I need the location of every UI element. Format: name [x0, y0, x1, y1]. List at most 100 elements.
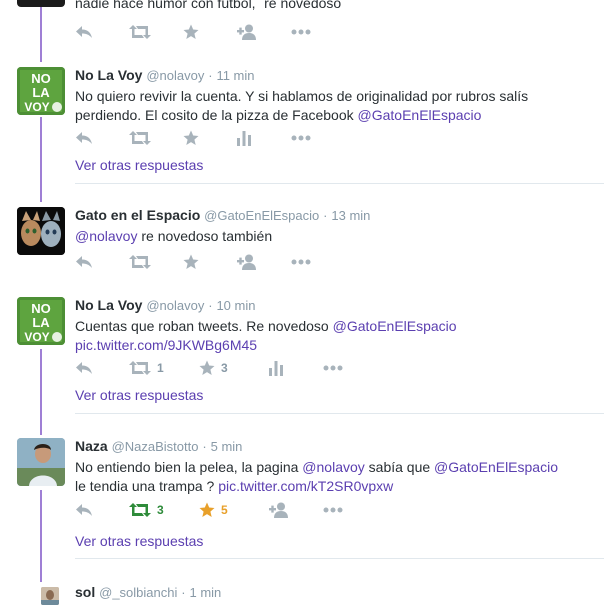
separator-dot: ·: [208, 68, 213, 83]
tweet-text: No quiero revivir la cuenta. Y si hablam…: [75, 87, 594, 125]
mention-link[interactable]: @GatoEnElEspacio: [333, 318, 457, 334]
user-name[interactable]: sol: [75, 584, 95, 600]
separator-dot: ·: [208, 298, 213, 313]
tweet-text: Cuentas que roban tweets. Re novedoso @G…: [75, 317, 594, 355]
retweet-button[interactable]: 3: [129, 500, 199, 520]
divider: [75, 558, 604, 559]
avatar[interactable]: [17, 207, 65, 255]
more-options-icon: [323, 365, 343, 371]
reply-icon: [75, 361, 93, 375]
avatar-logo-text: VOY: [24, 100, 49, 114]
star-icon: [199, 360, 215, 376]
retweet-button[interactable]: 1: [129, 358, 199, 378]
follow-button[interactable]: [237, 252, 291, 272]
favorite-button[interactable]: [183, 128, 237, 148]
tweet-actions: [75, 22, 345, 42]
tweet-actions: [75, 128, 345, 148]
more-button[interactable]: [323, 358, 377, 378]
timestamp[interactable]: 5 min: [211, 439, 243, 454]
analytics-button[interactable]: [269, 358, 323, 378]
reply-button[interactable]: [75, 358, 129, 378]
reply-button[interactable]: [75, 252, 129, 272]
tweet-content: No La Voy @nolavoy · 10 min Cuentas que …: [75, 296, 594, 355]
more-button[interactable]: [291, 22, 345, 42]
user-handle[interactable]: @nolavoy: [146, 298, 204, 313]
mention-link[interactable]: @nolavoy: [302, 459, 364, 475]
star-icon: [183, 130, 199, 146]
favorite-button[interactable]: [183, 22, 237, 42]
user-name[interactable]: Naza: [75, 438, 108, 454]
tweet-text-body: le tendia una trampa ?: [75, 478, 219, 494]
pic-link[interactable]: pic.twitter.com/kT2SR0vpxw: [218, 478, 393, 494]
more-replies-link[interactable]: Ver otras respuestas: [75, 157, 203, 173]
timestamp[interactable]: 11 min: [216, 68, 254, 83]
retweet-icon: [129, 503, 151, 517]
tweet-content: No La Voy @nolavoy · 11 min No quiero re…: [75, 66, 594, 125]
user-handle[interactable]: @NazaBistotto: [112, 439, 199, 454]
retweet-button[interactable]: [129, 252, 183, 272]
favorite-button[interactable]: 3: [199, 358, 269, 378]
reply-icon: [75, 503, 93, 517]
user-handle[interactable]: @GatoEnElEspacio: [204, 208, 319, 223]
mention-link[interactable]: @GatoEnElEspacio: [434, 459, 558, 475]
more-options-icon: [291, 135, 311, 141]
tweet: sol @_solbianchi · 1 min: [0, 582, 604, 605]
mention-link[interactable]: @GatoEnElEspacio: [358, 107, 482, 123]
reply-button[interactable]: [75, 128, 129, 148]
tweet-content: Gato en el Espacio @GatoEnElEspacio · 13…: [75, 206, 594, 246]
tweet-header: Gato en el Espacio @GatoEnElEspacio · 13…: [75, 206, 594, 225]
timestamp[interactable]: 10 min: [216, 298, 255, 313]
avatar[interactable]: [41, 587, 59, 605]
retweet-icon: [129, 131, 151, 145]
tweet-text-body: No entiendo bien la pelea, la pagina: [75, 459, 303, 475]
avatar-logo-text: NO: [31, 301, 51, 316]
avatar[interactable]: [17, 0, 65, 7]
user-handle[interactable]: @_solbianchi: [99, 585, 177, 600]
avatar[interactable]: NO LA VOY: [17, 67, 65, 115]
reply-icon: [75, 25, 93, 39]
timestamp[interactable]: 1 min: [190, 585, 222, 600]
tweet-content: sol @_solbianchi · 1 min: [75, 583, 594, 602]
avatar-logo-text: NO: [31, 71, 51, 86]
tweet-actions: [75, 252, 345, 272]
divider: [75, 413, 604, 414]
follow-button[interactable]: [237, 22, 291, 42]
favorite-button[interactable]: [183, 252, 237, 272]
retweet-count: 3: [157, 503, 164, 517]
retweet-button[interactable]: [129, 128, 183, 148]
more-button[interactable]: [291, 252, 345, 272]
reply-button[interactable]: [75, 500, 129, 520]
more-replies-link[interactable]: Ver otras respuestas: [75, 533, 203, 549]
star-icon: [183, 24, 199, 40]
reply-button[interactable]: [75, 22, 129, 42]
more-replies-link[interactable]: Ver otras respuestas: [75, 387, 203, 403]
avatar-logo-text: LA: [32, 315, 50, 330]
pic-link[interactable]: pic.twitter.com/9JKWBg6M45: [75, 337, 257, 353]
user-handle[interactable]: @nolavoy: [146, 68, 204, 83]
user-name[interactable]: No La Voy: [75, 67, 142, 83]
star-icon: [199, 502, 215, 518]
user-name[interactable]: No La Voy: [75, 297, 142, 313]
avatar-logo-text: LA: [32, 85, 50, 100]
avatar[interactable]: NO LA VOY: [17, 297, 65, 345]
tweet: NO LA VOY No La Voy @nolavoy · 10 min Cu…: [0, 292, 604, 416]
follow-button[interactable]: [269, 500, 323, 520]
mention-link[interactable]: @nolavoy: [75, 228, 137, 244]
tweet: NO LA VOY No La Voy @nolavoy · 11 min No…: [0, 62, 604, 186]
more-button[interactable]: [323, 500, 377, 520]
tweet-text-body: Cuentas que roban tweets. Re novedoso: [75, 318, 333, 334]
add-user-icon: [237, 254, 257, 270]
timestamp[interactable]: 13 min: [331, 208, 370, 223]
retweet-button[interactable]: [129, 22, 183, 42]
tweet-text: nadie hace humor con futbol, ´re novedos…: [75, 0, 342, 11]
tweet-actions: 3 5: [75, 500, 377, 520]
analytics-button[interactable]: [237, 128, 291, 148]
separator-dot: ·: [181, 585, 186, 600]
retweet-icon: [129, 361, 151, 375]
user-name[interactable]: Gato en el Espacio: [75, 207, 200, 223]
avatar[interactable]: [17, 438, 65, 486]
separator-dot: ·: [323, 208, 328, 223]
tweet-header: Naza @NazaBistotto · 5 min: [75, 437, 594, 456]
more-button[interactable]: [291, 128, 345, 148]
favorite-button[interactable]: 5: [199, 500, 269, 520]
